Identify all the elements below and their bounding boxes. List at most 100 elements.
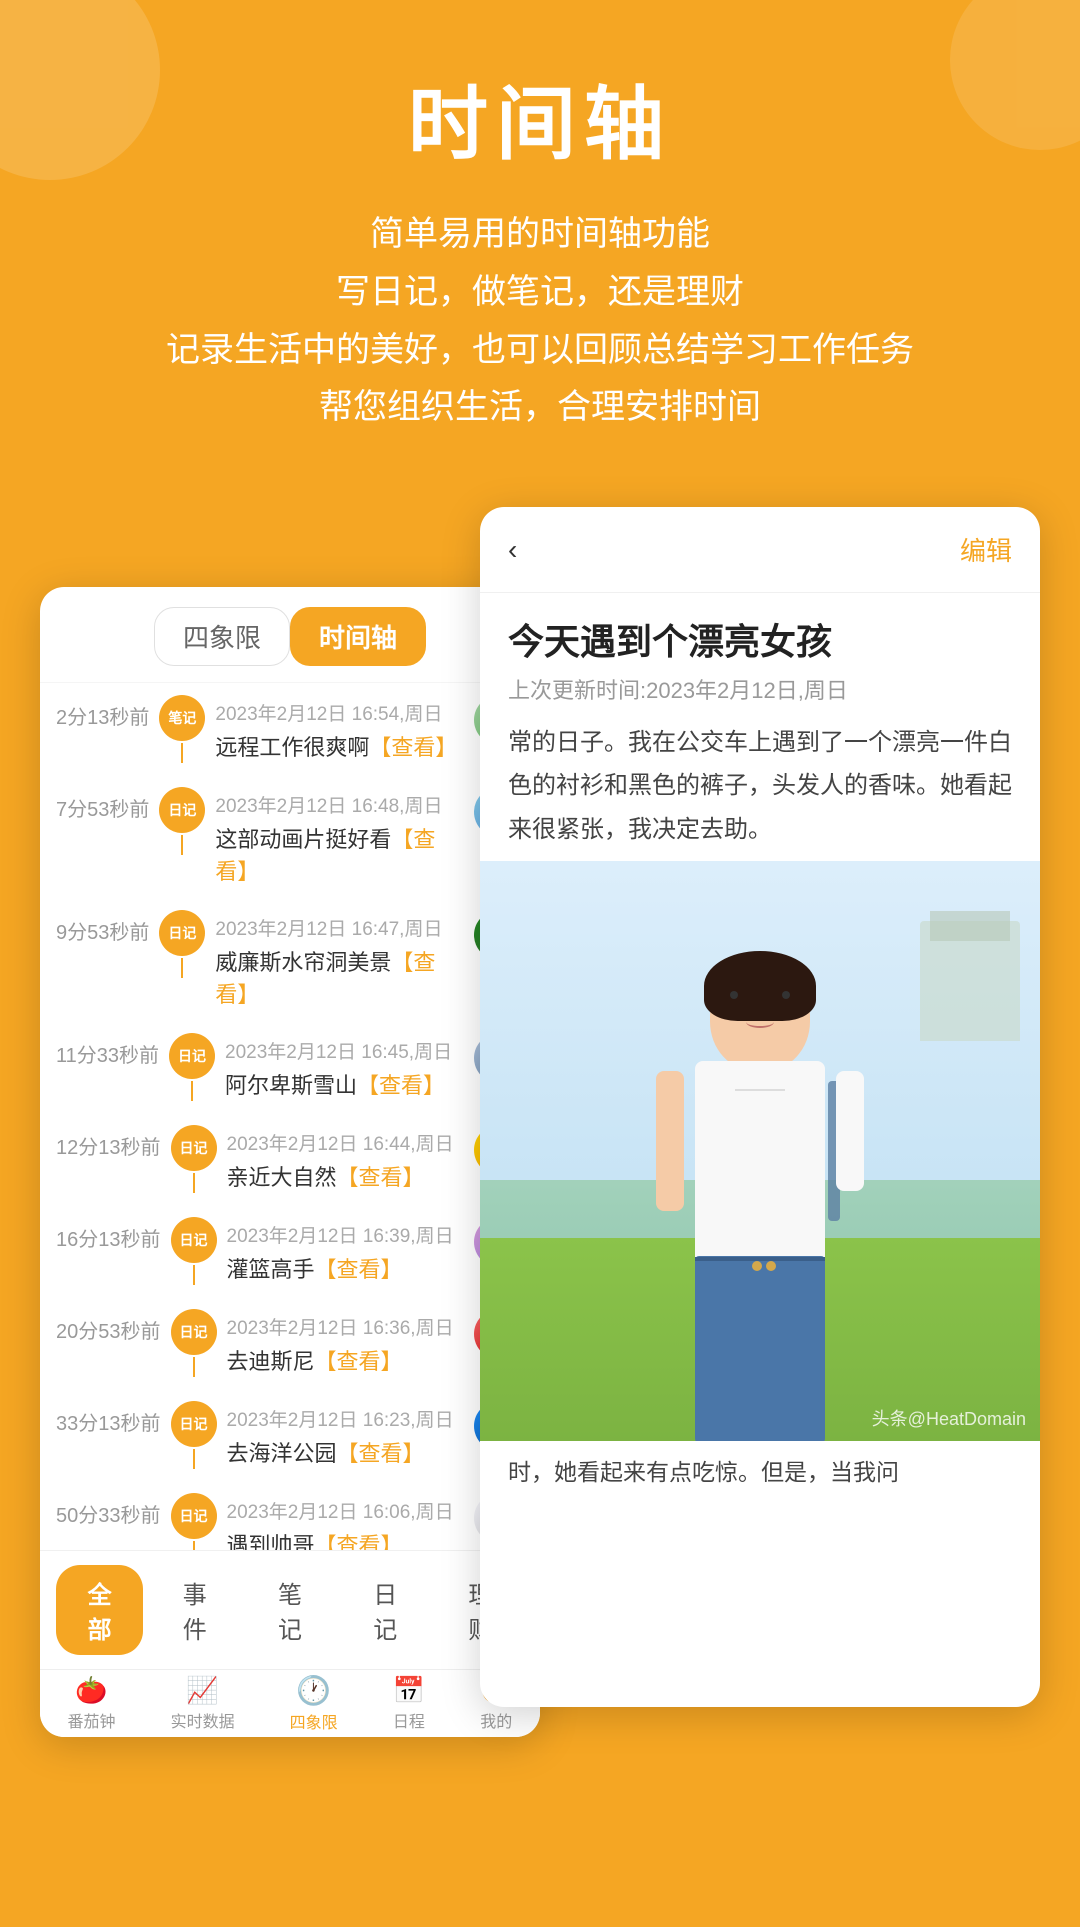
nav-quadrant[interactable]: 🕐 四象限 — [290, 1674, 338, 1733]
nav-mine-label: 我的 — [480, 1708, 512, 1732]
tab-timeline[interactable]: 时间轴 — [290, 607, 426, 666]
timeline-dot: 日记 — [171, 1401, 217, 1447]
nav-realtime[interactable]: 📈 实时数据 — [171, 1675, 235, 1732]
connector: 日记 — [157, 787, 207, 855]
timeline-item: 9分53秒前 日记 2023年2月12日 16:47,周日 威廉斯水帘洞美景【查… — [40, 898, 540, 1021]
filter-bar: 全部 事件 笔记 日记 理财 — [40, 1550, 540, 1669]
timeline-line — [191, 1081, 193, 1101]
timeline-line — [181, 835, 183, 855]
timeline-dot: 日记 — [159, 787, 205, 833]
item-date: 2023年2月12日 16:06,周日 — [227, 1497, 467, 1524]
filter-all[interactable]: 全部 — [56, 1565, 143, 1655]
timeline-dot: 笔记 — [159, 695, 205, 741]
nav-schedule[interactable]: 📅 日程 — [393, 1675, 425, 1732]
desc-line-2: 写日记，做笔记，还是理财 — [40, 264, 1040, 322]
diary-content-after: 时，她看起来有点吃惊。但是，当我问 — [480, 1441, 1040, 1504]
tab-quadrant[interactable]: 四象限 — [154, 607, 290, 666]
timeline-dot: 日记 — [171, 1217, 217, 1263]
timeline-panel: 四象限 时间轴 2分13秒前 笔记 2023年2月12日 16:54,周日 远程… — [40, 587, 540, 1737]
item-content: 2023年2月12日 16:54,周日 远程工作很爽啊【查看】 — [215, 695, 466, 762]
realtime-icon: 📈 — [186, 1675, 218, 1706]
nav-schedule-label: 日程 — [393, 1708, 425, 1732]
item-time: 16分13秒前 — [56, 1217, 161, 1252]
connector: 笔记 — [157, 695, 207, 763]
diary-detail-panel: ‹ 编辑 今天遇到个漂亮女孩 上次更新时间:2023年2月12日,周日 常的日子… — [480, 507, 1040, 1707]
item-text: 这部动画片挺好看【查看】 — [215, 822, 466, 886]
item-text: 威廉斯水帘洞美景【查看】 — [215, 945, 466, 1009]
tomato-icon: 🍅 — [75, 1675, 107, 1706]
diary-title: 今天遇到个漂亮女孩 — [480, 593, 1040, 673]
bottom-navigation: 🍅 番茄钟 📈 实时数据 🕐 四象限 📅 日程 🙂 我的 — [40, 1669, 540, 1737]
item-text: 阿尔卑斯雪山【查看】 — [225, 1068, 466, 1100]
timeline-item: 11分33秒前 日记 2023年2月12日 16:45,周日 阿尔卑斯雪山【查看… — [40, 1021, 540, 1113]
nav-tomato[interactable]: 🍅 番茄钟 — [68, 1675, 116, 1732]
timeline-line — [193, 1357, 195, 1377]
filter-diary[interactable]: 日记 — [342, 1565, 429, 1655]
item-content: 2023年2月12日 16:47,周日 威廉斯水帘洞美景【查看】 — [215, 910, 466, 1009]
item-time: 7分53秒前 — [56, 787, 149, 822]
item-content: 2023年2月12日 16:39,周日 灌篮高手【查看】 — [227, 1217, 467, 1284]
edit-button[interactable]: 编辑 — [960, 531, 1012, 568]
timeline-item: 20分53秒前 日记 2023年2月12日 16:36,周日 去迪斯尼【查看】 — [40, 1297, 540, 1389]
item-time: 12分13秒前 — [56, 1125, 161, 1160]
item-time: 2分13秒前 — [56, 695, 149, 730]
nav-quadrant-label: 四象限 — [290, 1709, 338, 1733]
item-time: 33分13秒前 — [56, 1401, 161, 1436]
filter-event[interactable]: 事件 — [151, 1565, 238, 1655]
timeline-dot: 日记 — [171, 1493, 217, 1539]
diary-content-before: 常的日子。我在公交车上遇到了一个漂亮一件白色的衬衫和黑色的裤子，头发人的香味。她… — [480, 721, 1040, 851]
connector: 日记 — [169, 1401, 219, 1469]
item-date: 2023年2月12日 16:23,周日 — [227, 1405, 467, 1432]
app-bottom-spacer — [0, 1807, 1080, 1927]
item-time: 11分33秒前 — [56, 1033, 159, 1068]
desc-line-1: 简单易用的时间轴功能 — [40, 206, 1040, 264]
connector: 日记 — [167, 1033, 217, 1101]
timeline-line — [181, 958, 183, 978]
item-text: 灌篮高手【查看】 — [227, 1252, 467, 1284]
timeline-item: 7分53秒前 日记 2023年2月12日 16:48,周日 这部动画片挺好看【查… — [40, 775, 540, 898]
item-time: 50分33秒前 — [56, 1493, 161, 1528]
timeline-dot: 日记 — [159, 910, 205, 956]
quadrant-icon: 🕐 — [296, 1674, 331, 1707]
timeline-list: 2分13秒前 笔记 2023年2月12日 16:54,周日 远程工作很爽啊【查看… — [40, 683, 540, 1633]
item-date: 2023年2月12日 16:47,周日 — [215, 914, 466, 941]
item-time: 9分53秒前 — [56, 910, 149, 945]
item-date: 2023年2月12日 16:44,周日 — [227, 1129, 467, 1156]
item-date: 2023年2月12日 16:39,周日 — [227, 1221, 467, 1248]
item-content: 2023年2月12日 16:23,周日 去海洋公园【查看】 — [227, 1401, 467, 1468]
item-content: 2023年2月12日 16:45,周日 阿尔卑斯雪山【查看】 — [225, 1033, 466, 1100]
timeline-dot: 日记 — [171, 1309, 217, 1355]
item-content: 2023年2月12日 16:48,周日 这部动画片挺好看【查看】 — [215, 787, 466, 886]
timeline-dot: 日记 — [169, 1033, 215, 1079]
page-title: 时间轴 — [40, 60, 1040, 176]
header-description: 简单易用的时间轴功能 写日记，做笔记，还是理财 记录生活中的美好，也可以回顾总结… — [40, 206, 1040, 437]
connector: 日记 — [169, 1309, 219, 1377]
image-watermark: 头条@HeatDomain — [872, 1405, 1026, 1431]
timeline-item: 2分13秒前 笔记 2023年2月12日 16:54,周日 远程工作很爽啊【查看… — [40, 683, 540, 775]
timeline-line — [193, 1265, 195, 1285]
nav-tomato-label: 番茄钟 — [68, 1708, 116, 1732]
item-text: 亲近大自然【查看】 — [227, 1160, 467, 1192]
item-date: 2023年2月12日 16:48,周日 — [215, 791, 466, 818]
header-section: 时间轴 简单易用的时间轴功能 写日记，做笔记，还是理财 记录生活中的美好，也可以… — [0, 0, 1080, 467]
item-text: 远程工作很爽啊【查看】 — [215, 730, 466, 762]
item-time: 20分53秒前 — [56, 1309, 161, 1344]
timeline-item: 12分13秒前 日记 2023年2月12日 16:44,周日 亲近大自然【查看】 — [40, 1113, 540, 1205]
timeline-item: 16分13秒前 日记 2023年2月12日 16:39,周日 灌篮高手【查看】 — [40, 1205, 540, 1297]
item-text: 去海洋公园【查看】 — [227, 1436, 467, 1468]
desc-line-4: 帮您组织生活，合理安排时间 — [40, 379, 1040, 437]
desc-line-3: 记录生活中的美好，也可以回顾总结学习工作任务 — [40, 322, 1040, 380]
screenshots-area: 四象限 时间轴 2分13秒前 笔记 2023年2月12日 16:54,周日 远程… — [40, 507, 1040, 1807]
diary-header: ‹ 编辑 — [480, 507, 1040, 593]
timeline-line — [193, 1173, 195, 1193]
item-date: 2023年2月12日 16:54,周日 — [215, 699, 466, 726]
timeline-item: 33分13秒前 日记 2023年2月12日 16:23,周日 去海洋公园【查看】 — [40, 1389, 540, 1481]
panel-tabs: 四象限 时间轴 — [40, 587, 540, 683]
connector: 日记 — [157, 910, 207, 978]
back-button[interactable]: ‹ — [508, 534, 517, 566]
filter-note[interactable]: 笔记 — [246, 1565, 333, 1655]
nav-realtime-label: 实时数据 — [171, 1708, 235, 1732]
item-text: 去迪斯尼【查看】 — [227, 1344, 467, 1376]
item-content: 2023年2月12日 16:44,周日 亲近大自然【查看】 — [227, 1125, 467, 1192]
timeline-dot: 日记 — [171, 1125, 217, 1171]
